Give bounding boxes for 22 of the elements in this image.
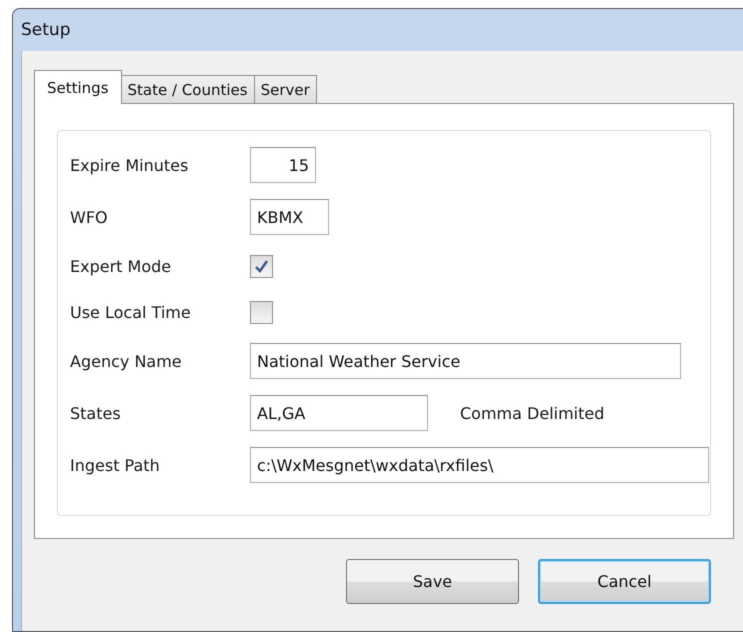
field-label: Expert Mode xyxy=(70,256,172,276)
window-title: Setup xyxy=(21,19,72,42)
dialog-button[interactable]: Save xyxy=(346,559,519,604)
tab[interactable]: State / Counties xyxy=(120,75,255,103)
checkbox[interactable] xyxy=(250,254,273,278)
tab[interactable]: Server xyxy=(254,75,317,103)
hint-text: Comma Delimited xyxy=(460,404,604,422)
field-label: States xyxy=(70,404,122,422)
dialog-button[interactable]: Cancel xyxy=(538,559,711,604)
text-field[interactable]: National Weather Service xyxy=(250,343,681,379)
field-label: Ingest Path xyxy=(70,456,161,474)
check-icon xyxy=(254,258,269,274)
text-field[interactable]: 15 xyxy=(250,147,316,183)
text-field[interactable]: KBMX xyxy=(250,199,329,235)
checkbox[interactable] xyxy=(250,300,273,324)
tab[interactable]: Settings xyxy=(34,70,122,104)
field-label: Agency Name xyxy=(70,352,183,370)
text-field[interactable]: AL,GA xyxy=(250,395,428,431)
field-label: Expire Minutes xyxy=(70,156,190,174)
text-field[interactable]: c:\WxMesgnet\wxdata\rxfiles\ xyxy=(250,447,709,483)
field-label: WFO xyxy=(70,208,109,226)
field-label: Use Local Time xyxy=(70,302,192,322)
